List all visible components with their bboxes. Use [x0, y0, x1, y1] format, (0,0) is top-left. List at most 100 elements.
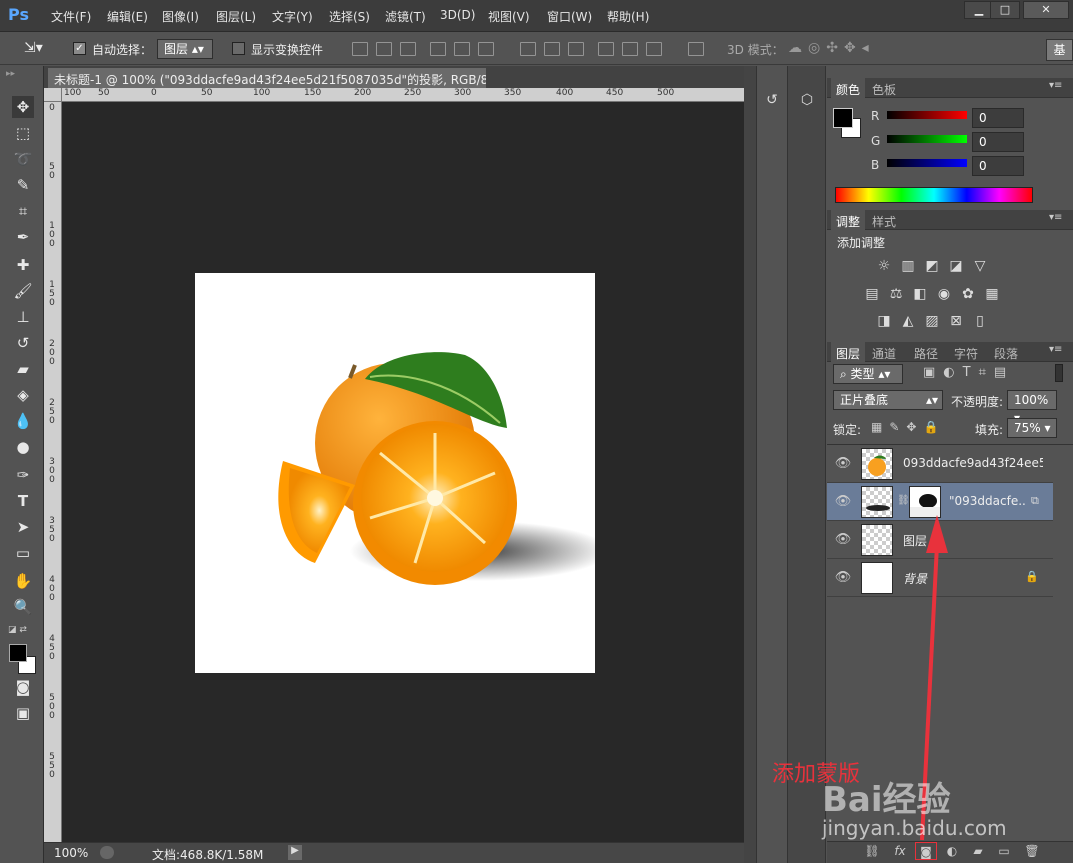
align-bottom-icon[interactable] [400, 42, 416, 56]
path-select-tool-icon[interactable]: ➤ [12, 516, 34, 538]
curves-icon[interactable]: ◩ [923, 258, 941, 274]
layer-row[interactable]: 👁 093ddacfe9ad43f24ee5d... [827, 445, 1053, 483]
foreground-color-swatch[interactable] [9, 644, 27, 662]
tab-paragraph[interactable]: 段落 [989, 342, 1023, 362]
link-layers-icon[interactable]: ⛓ [861, 842, 883, 860]
clone-stamp-tool-icon[interactable]: ⊥ [12, 306, 34, 328]
menu-help[interactable]: 帮助(H) [607, 8, 649, 25]
paint-bucket-tool-icon[interactable]: ◈ [12, 384, 34, 406]
blur-tool-icon[interactable]: 💧 [12, 410, 34, 432]
tab-color[interactable]: 颜色 [831, 78, 866, 98]
adjust-panel-menu-icon[interactable]: ▾≡ [1049, 212, 1062, 223]
tab-character[interactable]: 字符 [949, 342, 983, 362]
new-group-icon[interactable]: ▰ [967, 842, 989, 860]
threshold-icon[interactable]: ▨ [923, 313, 941, 329]
hue-saturation-icon[interactable]: ▤ [863, 286, 881, 302]
r-slider[interactable] [887, 111, 967, 119]
distribute-right-icon[interactable] [646, 42, 662, 56]
g-slider[interactable] [887, 135, 967, 143]
distribute-left-icon[interactable] [598, 42, 614, 56]
show-transform-checkbox[interactable] [232, 42, 245, 55]
color-lookup-icon[interactable]: ▦ [983, 286, 1001, 302]
eyedropper-tool-icon[interactable]: ✒ [12, 226, 34, 248]
menu-3d[interactable]: 3D(D) [440, 8, 475, 22]
posterize-icon[interactable]: ◭ [899, 313, 917, 329]
layer-name[interactable]: "093ddacfe... [949, 494, 1027, 508]
lock-icons[interactable]: ▦✎✥🔒 [871, 420, 951, 436]
layer-name[interactable]: 093ddacfe9ad43f24ee5d... [903, 456, 1043, 470]
status-menu-arrow-icon[interactable]: ▶ [288, 845, 302, 860]
lasso-tool-icon[interactable]: ➰ [12, 148, 34, 170]
new-layer-icon[interactable]: ▭ [993, 842, 1015, 860]
color-balance-icon[interactable]: ⚖ [887, 286, 905, 302]
layer-filter-icons[interactable]: ▣◐T⌗▤ [923, 365, 1043, 383]
menu-type[interactable]: 文字(Y) [272, 8, 313, 25]
exposure-icon[interactable]: ◪ [947, 258, 965, 274]
pen-tool-icon[interactable]: ✑ [12, 464, 34, 486]
align-top-icon[interactable] [352, 42, 368, 56]
auto-select-checkbox[interactable]: ✓ [73, 42, 86, 55]
canvas-area[interactable] [62, 102, 744, 842]
move-tool-preset-icon[interactable]: ⇲▾ [24, 40, 64, 58]
color-fg-swatch[interactable] [833, 108, 853, 128]
hand-tool-icon[interactable]: ✋ [12, 570, 34, 592]
zoom-level[interactable]: 100% [54, 846, 88, 860]
layer-filter-toggle[interactable] [1055, 364, 1063, 382]
opacity-input[interactable]: 100% ▾ [1007, 390, 1057, 425]
document-canvas[interactable] [195, 273, 595, 673]
eye-icon[interactable]: 👁 [833, 570, 853, 586]
mask-link-icon[interactable]: ⛓ [897, 495, 910, 506]
align-right-icon[interactable] [478, 42, 494, 56]
b-value-input[interactable]: 0 [972, 156, 1024, 176]
menu-layer[interactable]: 图层(L) [216, 8, 256, 25]
screen-mode-icon[interactable]: ▣ [12, 702, 34, 724]
crop-tool-icon[interactable]: ⌗ [12, 200, 34, 222]
move-tool-icon[interactable]: ✥ [12, 96, 34, 118]
canvas-scroll-strip[interactable] [744, 66, 756, 863]
eye-icon[interactable]: 👁 [833, 532, 853, 548]
color-panel-menu-icon[interactable]: ▾≡ [1049, 80, 1062, 91]
distribute-top-icon[interactable] [520, 42, 536, 56]
menu-select[interactable]: 选择(S) [329, 8, 370, 25]
tab-adjustments[interactable]: 调整 [831, 210, 866, 230]
tab-swatches[interactable]: 色板 [867, 78, 901, 98]
mode3d-icons[interactable]: ☁◎✣✥◂ [788, 40, 908, 58]
menu-image[interactable]: 图像(I) [162, 8, 199, 25]
distribute-bottom-icon[interactable] [568, 42, 584, 56]
maximize-button[interactable]: □ [990, 1, 1020, 19]
dodge-tool-icon[interactable]: ● [12, 436, 34, 458]
gradient-map-icon[interactable]: ▯ [971, 313, 989, 329]
status-share-icon[interactable] [100, 846, 114, 859]
levels-icon[interactable]: ▥ [899, 258, 917, 274]
channel-mixer-icon[interactable]: ✿ [959, 286, 977, 302]
auto-align-icon[interactable] [688, 42, 704, 56]
eye-icon[interactable]: 👁 [833, 456, 853, 472]
brush-tool-icon[interactable]: 🖌 [12, 280, 34, 302]
history-panel-icon[interactable]: ↺ [761, 92, 783, 114]
r-value-input[interactable]: 0 [972, 108, 1024, 128]
rectangle-tool-icon[interactable]: ▭ [12, 542, 34, 564]
default-colors-icon[interactable]: ◪ ⇄ [8, 625, 27, 635]
eye-icon[interactable]: 👁 [833, 494, 853, 510]
b-slider[interactable] [887, 159, 967, 167]
layer-filter-dropdown[interactable]: ⌕ 类型 ▴▾ [833, 364, 903, 384]
eraser-tool-icon[interactable]: ▰ [12, 358, 34, 380]
g-value-input[interactable]: 0 [972, 132, 1024, 152]
layers-panel-menu-icon[interactable]: ▾≡ [1049, 344, 1062, 355]
menu-window[interactable]: 窗口(W) [547, 8, 592, 25]
type-tool-icon[interactable]: T [12, 490, 34, 512]
document-tab[interactable]: 未标题-1 @ 100% ("093ddacfe9ad43f24ee5d21f5… [48, 68, 486, 88]
auto-select-target-dropdown[interactable]: 图层 ▴▾ [157, 39, 213, 59]
close-button[interactable]: ✕ [1023, 1, 1069, 19]
distribute-hcenter-icon[interactable] [622, 42, 638, 56]
fill-input[interactable]: 75% ▾ [1007, 418, 1057, 438]
tab-layers[interactable]: 图层 [831, 342, 866, 362]
align-left-icon[interactable] [430, 42, 446, 56]
align-hcenter-icon[interactable] [454, 42, 470, 56]
history-brush-tool-icon[interactable]: ↺ [12, 332, 34, 354]
menu-edit[interactable]: 编辑(E) [107, 8, 148, 25]
tab-paths[interactable]: 路径 [909, 342, 943, 362]
blend-mode-dropdown[interactable]: 正片叠底 ▴▾ [833, 390, 943, 410]
invert-icon[interactable]: ◨ [875, 313, 893, 329]
toolbox-collapse-icon[interactable]: ▸▸ [6, 69, 15, 79]
